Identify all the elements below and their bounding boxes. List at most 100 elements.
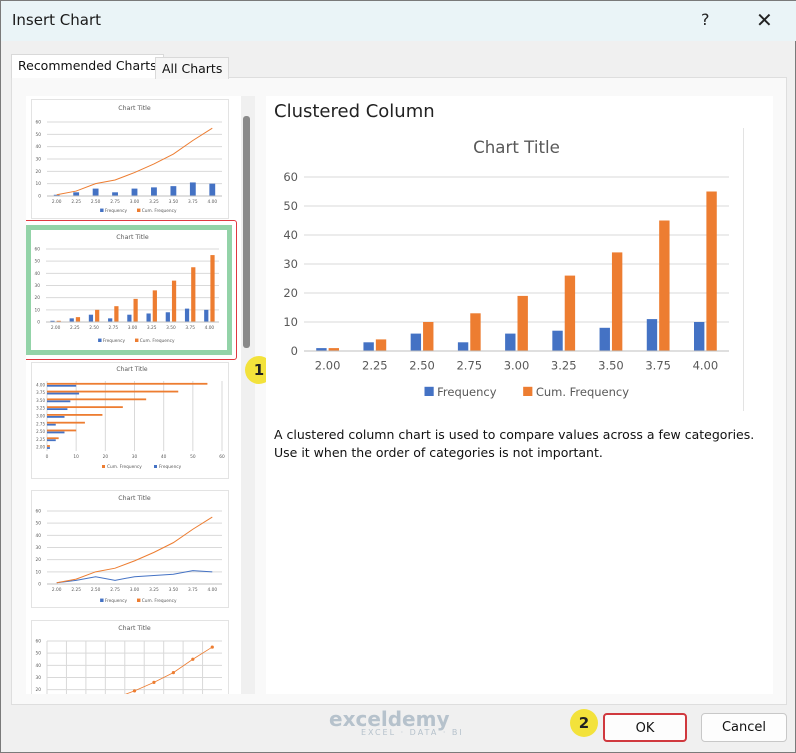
bar-frequency-2.50 — [88, 314, 94, 322]
bar — [47, 439, 56, 442]
y-tick-label: 40 — [35, 271, 41, 277]
bar-frequency-3.00 — [131, 188, 138, 196]
bar-frequency-3.75 — [189, 182, 196, 196]
y-tick-label: 30 — [36, 545, 42, 551]
y-tick-label: 50 — [283, 199, 298, 213]
bar — [47, 437, 59, 440]
x-tick-label: 30 — [132, 454, 138, 460]
x-tick-label: 4.00 — [693, 358, 719, 372]
legend-swatch — [136, 598, 141, 602]
bar-frequency-2.25 — [69, 318, 74, 322]
y-tick-label: 3.25 — [36, 406, 45, 411]
bar-frequency-3.25 — [146, 313, 151, 322]
legend-label: Frequency — [159, 464, 182, 470]
x-tick-label: 20 — [103, 454, 109, 460]
y-tick-label: 30 — [283, 257, 298, 271]
bar — [47, 384, 77, 387]
bar-cum-frequency-3.25 — [152, 290, 157, 322]
y-tick-label: 0 — [38, 582, 41, 588]
step-badge-2: 2 — [570, 709, 598, 737]
y-tick-label: 3.50 — [36, 398, 45, 403]
y-tick-label: 20 — [36, 687, 42, 693]
point-7 — [191, 657, 195, 661]
x-tick-label: 3.50 — [598, 358, 624, 372]
bar — [47, 392, 80, 395]
x-tick-label: 2.50 — [89, 325, 99, 331]
y-tick-label: 50 — [36, 132, 42, 138]
thumbnail-clustered-bar[interactable]: Chart Title 0 10 20 30 40 50 60 2.00 2.25 2.50 2.75… — [31, 362, 229, 479]
bar-cum-frequency-4.00 — [706, 191, 717, 351]
bar-cum-frequency-3.00 — [517, 295, 528, 351]
bar-frequency-3.50 — [170, 186, 177, 196]
ok-button[interactable]: OK — [603, 713, 687, 742]
bar-cum-frequency-2.25 — [375, 339, 387, 351]
chart-title: Chart Title — [116, 366, 148, 373]
series-line-1 — [125, 646, 213, 694]
x-tick-label: 10 — [73, 454, 79, 460]
y-tick-label: 30 — [36, 675, 42, 681]
y-tick-label: 40 — [36, 663, 42, 669]
x-tick-label: 2.00 — [51, 325, 61, 331]
x-tick-label: 2.25 — [70, 325, 80, 331]
bar-cum-frequency-3.50 — [171, 280, 177, 322]
series-line-1 — [56, 127, 213, 196]
bar — [47, 421, 85, 424]
thumbnail-line-column[interactable]: Chart Title 0 10 20 30 40 50 60 2.00 2.25 2.50 2.75… — [31, 99, 229, 219]
legend-label: Cum. Frequency — [142, 598, 177, 604]
bar-frequency-2.25 — [363, 342, 374, 351]
bar-cum-frequency-2.75 — [470, 313, 481, 351]
x-tick-label: 2.50 — [91, 199, 101, 205]
bar-frequency-2.25 — [73, 192, 80, 196]
bar-frequency-3.25 — [552, 330, 563, 351]
x-tick-label: 3.00 — [130, 199, 140, 205]
bar — [47, 447, 50, 449]
y-tick-label: 60 — [36, 639, 42, 645]
bar-cum-frequency-4.00 — [210, 255, 215, 322]
bar — [47, 408, 68, 411]
bar-cum-frequency-3.50 — [611, 252, 623, 351]
legend-swatch — [424, 386, 434, 396]
close-icon[interactable]: ✕ — [756, 8, 773, 32]
y-tick-label: 40 — [36, 144, 42, 150]
y-tick-label: 3.75 — [36, 390, 45, 395]
y-tick-label: 0 — [38, 194, 41, 200]
title-bar: Insert Chart ? ✕ — [1, 1, 796, 41]
cancel-button[interactable]: Cancel — [701, 713, 787, 742]
y-tick-label: 10 — [35, 307, 41, 313]
bar-cum-frequency-2.25 — [75, 317, 81, 322]
x-tick-label: 4.00 — [207, 199, 217, 205]
bar-frequency-2.50 — [92, 188, 99, 196]
bar-frequency-3.75 — [646, 319, 658, 351]
bar-cum-frequency-2.75 — [114, 306, 119, 322]
thumbnail-line[interactable]: Chart Title 0 10 20 30 40 50 60 2.00 2.25 2.50 2.75… — [31, 490, 229, 608]
legend-swatch — [100, 208, 104, 212]
x-tick-label: 2.75 — [110, 587, 120, 593]
x-tick-label: 2.50 — [409, 358, 435, 372]
x-tick-label: 60 — [219, 454, 225, 460]
thumbnail-scatter[interactable]: Chart Title01020304050602.002.252.502.75… — [31, 620, 229, 694]
x-tick-label: 3.75 — [188, 199, 198, 205]
x-tick-label: 0 — [46, 454, 49, 460]
thumbnail-clustered-column-selected[interactable]: Chart Title 0 10 20 30 40 50 60 2.00 2.25 2.50 2.75… — [26, 220, 237, 360]
scrollbar-thumb[interactable] — [243, 116, 250, 348]
x-tick-label: 3.25 — [149, 199, 159, 205]
tab-recommended-charts[interactable]: Recommended Charts — [11, 54, 164, 78]
bar — [47, 400, 71, 403]
y-tick-label: 30 — [36, 157, 42, 163]
x-tick-label: 3.25 — [149, 587, 159, 593]
point-4 — [132, 689, 137, 693]
x-tick-label: 2.25 — [71, 587, 81, 593]
tab-all-charts[interactable]: All Charts — [155, 57, 230, 79]
y-tick-label: 10 — [283, 315, 298, 329]
help-button[interactable]: ? — [701, 10, 710, 29]
x-tick-label: 3.00 — [504, 358, 530, 372]
legend-swatch — [136, 208, 141, 212]
chart-title: Chart Title — [116, 234, 149, 241]
preview-chart: Chart Title 0 10 20 30 40 50 60 2.00 2.25 2.50 2.75… — [283, 138, 729, 399]
point-5 — [152, 680, 156, 684]
y-tick-label: 40 — [283, 228, 298, 242]
bar-cum-frequency-3.75 — [191, 267, 196, 322]
chart-description: A clustered column chart is used to comp… — [274, 427, 755, 460]
chart-title: Chart Title — [118, 625, 151, 632]
y-tick-label: 2.00 — [36, 445, 45, 450]
